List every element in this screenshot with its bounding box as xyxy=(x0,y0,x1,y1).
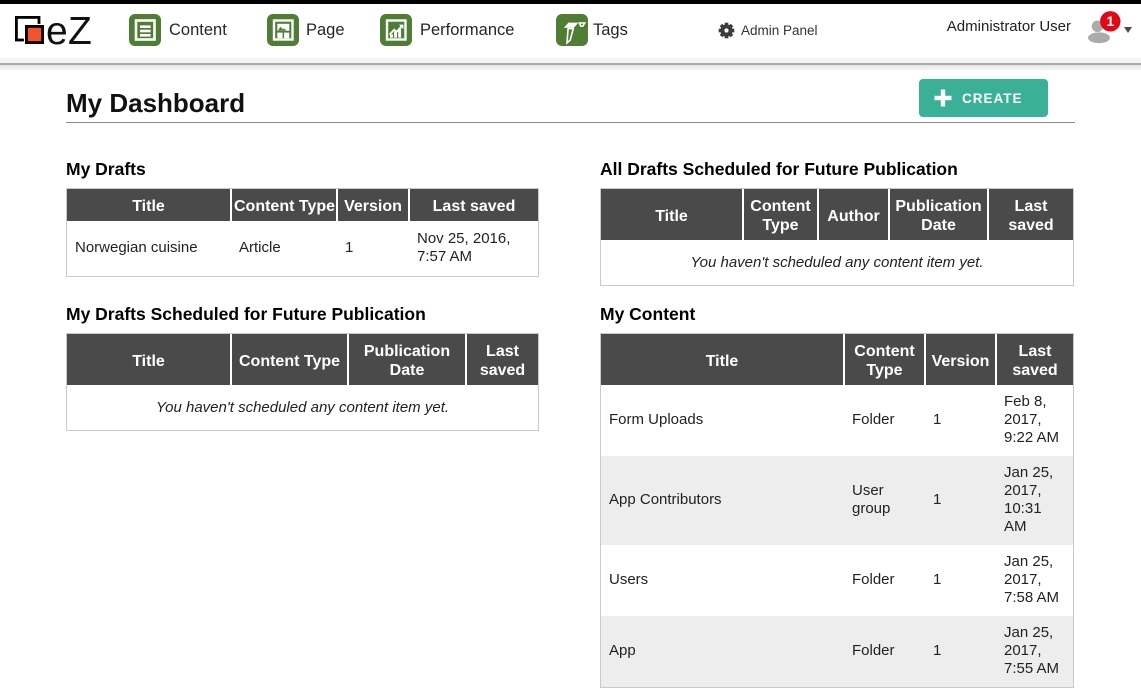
svg-text:1: 1 xyxy=(1106,13,1114,29)
